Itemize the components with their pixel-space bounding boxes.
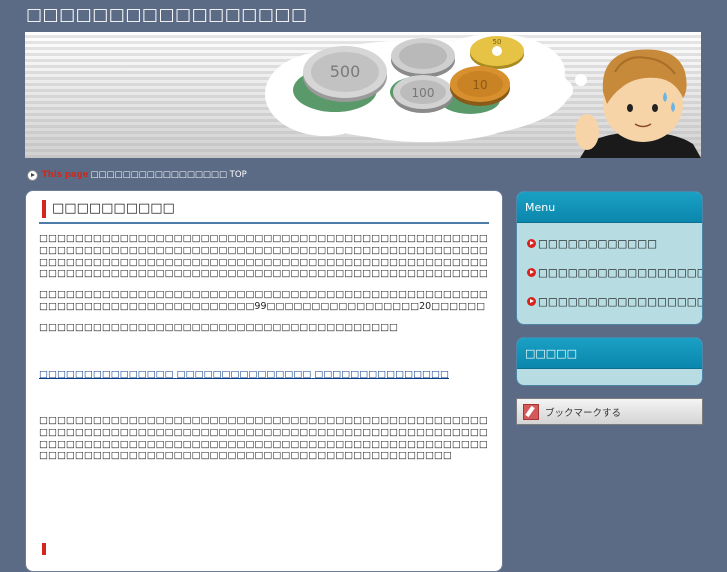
breadcrumb-label: This page [42,170,89,180]
paragraph-3: □□□□□□□□□□□□□□□□□□□□□□□□□□□□□□□□□□□□□□□□ [39,322,399,333]
sidebar-secondary-box: □□□□□ [516,337,703,386]
arrow-bullet-icon [527,239,536,248]
breadcrumb-arrow-icon [27,169,38,181]
main-heading: □□□□□□□□□□ [39,200,489,224]
coin-100b: 100 [393,75,453,113]
banner-illustration: 500 50 100 10 [265,34,701,158]
coin-500: 500 [303,46,387,102]
coin-500-label: 500 [330,62,361,81]
menu-item-label: □□□□□□□□□□□□□□□□□□ [538,266,703,279]
link-row: □□□□□□□□□□□□□□□ □□□□□□□□□□□□□□□ □□□□□□□□… [39,369,449,380]
content-link-2[interactable]: □□□□□□□□□□□□□□□ [177,369,312,380]
sidebar-secondary-title: □□□□□ [517,338,702,369]
bookmark-icon [523,403,539,420]
heading-accent-bar [42,200,46,218]
arrow-bullet-icon [527,268,536,277]
coin-100-label: 100 [412,86,435,100]
header-banner: 500 50 100 10 [25,32,701,158]
arrow-bullet-icon [527,297,536,306]
main-content: □□□□□□□□□□ □□□□□□□□□□□□□□□□□□□□□□□□□□□□□… [25,190,503,572]
coin-50-label: 50 [493,38,502,46]
sidebar-menu-item-2[interactable]: □□□□□□□□□□□□□□□□□□ [517,258,702,287]
menu-item-label: □□□□□□□□□□□□□□□□□□□ [538,295,702,308]
paragraph-1: □□□□□□□□□□□□□□□□□□□□□□□□□□□□□□□□□□□□□□□□… [39,233,488,281]
sidebar-menu-title: Menu [517,192,702,223]
site-title[interactable]: □□□□□□□□□□□□□□□□□ [26,5,308,25]
paragraph-4: □□□□□□□□□□□□□□□□□□□□□□□□□□□□□□□□□□□□□□□□… [39,415,488,462]
paragraph-2: □□□□□□□□□□□□□□□□□□□□□□□□□□□□□□□□□□□□□□□□… [39,289,488,313]
breadcrumb: This page □□□□□□□□□□□□□□□□□ TOP [27,168,247,182]
sidebar-menu-item-1[interactable]: □□□□□□□□□□□□ [517,229,702,258]
coin-10: 10 [450,66,510,106]
worried-person-illustration [575,49,701,158]
coin-50: 50 [470,36,524,69]
breadcrumb-trail-link[interactable]: □□□□□□□□□□□□□□□□□ TOP [90,170,246,180]
coin-10-label: 10 [472,78,487,92]
bookmark-label: ブックマークする [545,407,622,419]
main-title: □□□□□□□□□□ [52,201,175,216]
sidebar-menu: Menu □□□□□□□□□□□□ □□□□□□□□□□□□□□□□□□ □□□… [516,191,703,325]
sidebar-menu-item-3[interactable]: □□□□□□□□□□□□□□□□□□□ [517,287,702,316]
menu-item-label: □□□□□□□□□□□□ [538,237,658,250]
content-link-1[interactable]: □□□□□□□□□□□□□□□ [39,369,174,380]
bookmark-button[interactable]: ブックマークする [516,398,703,425]
content-link-3[interactable]: □□□□□□□□□□□□□□□ [314,369,449,380]
coin-100 [391,38,455,78]
